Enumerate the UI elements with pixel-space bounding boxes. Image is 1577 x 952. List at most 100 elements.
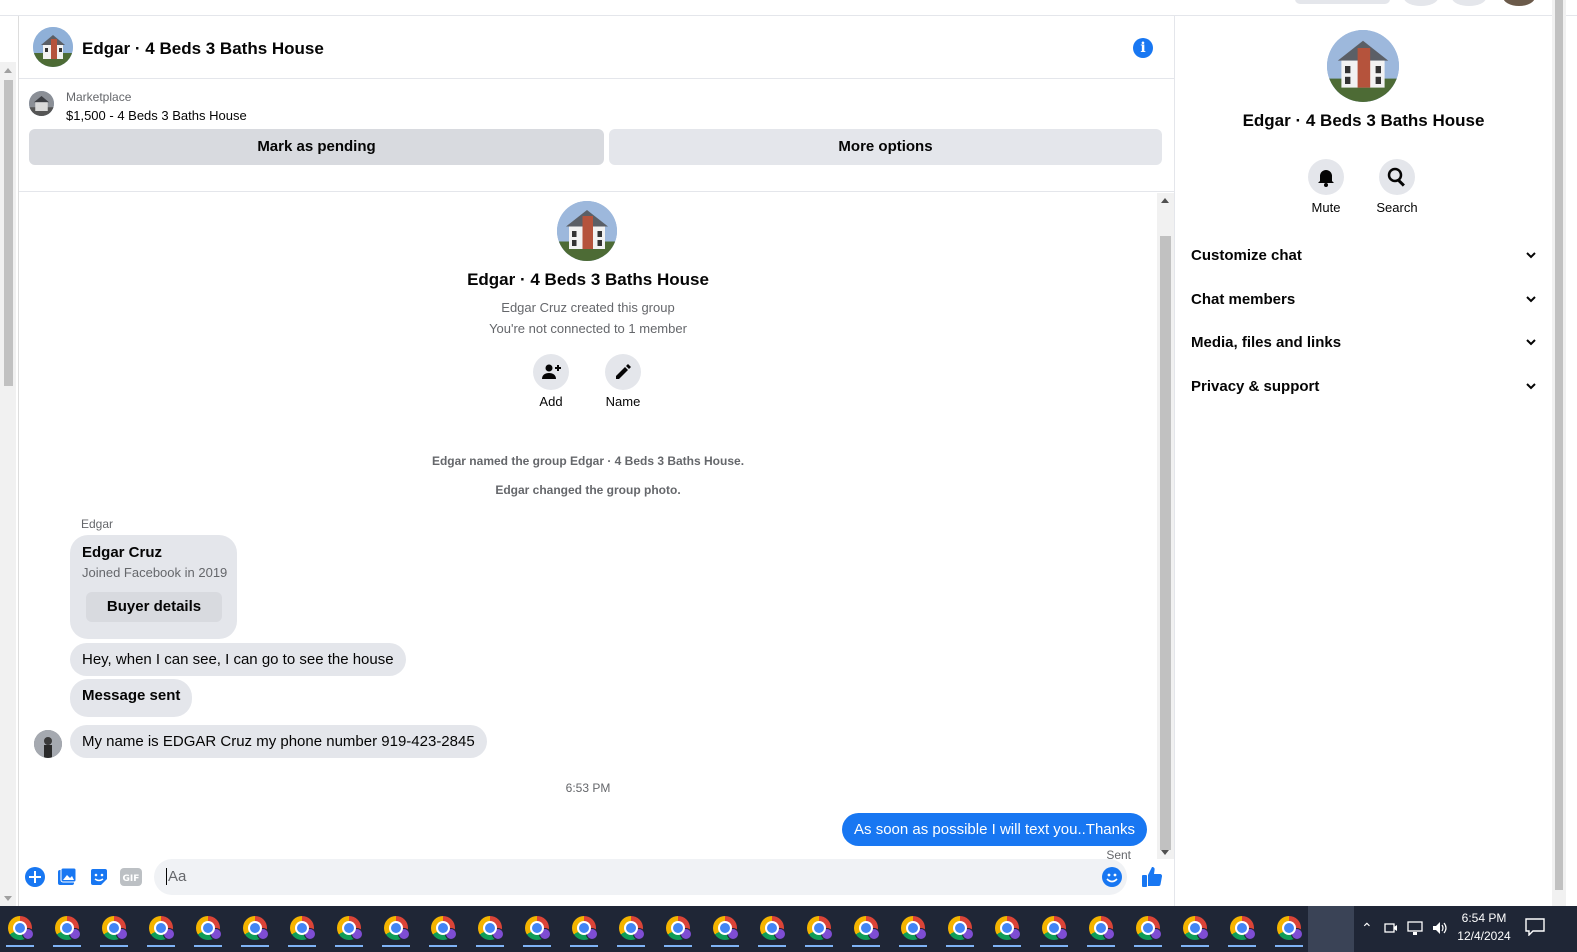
listing-title[interactable]: $1,500 - 4 Beds 3 Baths House	[66, 108, 247, 123]
scroll-up-arrow[interactable]	[1161, 198, 1169, 203]
message-bubble[interactable]: Message sent	[70, 679, 193, 717]
browser-taskbar-icon[interactable]	[946, 916, 974, 947]
name-label: Name	[605, 394, 641, 409]
browser-taskbar-icon[interactable]	[805, 916, 833, 947]
profile-badge-icon	[774, 928, 786, 940]
group-photo-profile[interactable]	[1327, 30, 1399, 102]
account-avatar[interactable]	[1503, 0, 1535, 6]
message-bubble[interactable]: Hey, when I can see, I can go to see the…	[70, 643, 406, 676]
more-options-button[interactable]: More options	[609, 129, 1162, 165]
active-taskbar-slot	[1308, 906, 1354, 952]
browser-taskbar-icon[interactable]	[335, 916, 363, 947]
profile-badge-icon	[868, 928, 880, 940]
message-bubble[interactable]: My name is EDGAR Cruz my phone number 91…	[70, 725, 487, 758]
thread-scroll-thumb[interactable]	[1160, 236, 1171, 850]
composer: GIF Aa	[19, 859, 1174, 906]
outgoing-message-bubble[interactable]: As soon as possible I will text you..Tha…	[842, 813, 1147, 846]
browser-taskbar-icon[interactable]	[617, 916, 645, 947]
running-indicator	[1040, 945, 1068, 947]
scroll-down-arrow[interactable]	[1161, 850, 1169, 855]
network-icon[interactable]	[1407, 920, 1425, 936]
info-icon[interactable]: i	[1133, 38, 1153, 58]
group-photo-large[interactable]	[557, 201, 617, 261]
section-label: Customize chat	[1191, 247, 1302, 264]
top-menu-icon[interactable]	[1404, 0, 1438, 6]
browser-taskbar-icon[interactable]	[758, 916, 786, 947]
browser-taskbar-icon[interactable]	[993, 916, 1021, 947]
search-label: Search	[1376, 200, 1418, 215]
profile-badge-icon	[1009, 928, 1021, 940]
browser-taskbar-icon[interactable]	[711, 916, 739, 947]
name-group-button[interactable]	[605, 354, 641, 390]
browser-taskbar-icon[interactable]	[100, 916, 128, 947]
browser-taskbar-icon[interactable]	[194, 916, 222, 947]
volume-icon[interactable]	[1431, 920, 1449, 936]
intro-created-text: Edgar Cruz created this group	[501, 300, 675, 315]
privacy-support-section[interactable]: Privacy & support	[1191, 378, 1541, 395]
profile-badge-icon	[492, 928, 504, 940]
profile-badge-icon	[633, 928, 645, 940]
mark-pending-button[interactable]: Mark as pending	[29, 129, 604, 165]
chevron-up-icon[interactable]: ⌃	[1361, 920, 1373, 937]
media-files-links-section[interactable]: Media, files and links	[1191, 334, 1541, 351]
scroll-down-arrow[interactable]	[4, 896, 12, 901]
browser-taskbar-icon[interactable]	[899, 916, 927, 947]
browser-taskbar-icon[interactable]	[1040, 916, 1068, 947]
pencil-icon	[616, 364, 631, 379]
sender-avatar[interactable]	[34, 730, 62, 758]
event-message: Edgar changed the group photo.	[495, 483, 681, 497]
notification-icon[interactable]	[1525, 918, 1545, 936]
meet-now-icon[interactable]	[1384, 920, 1398, 936]
thumbs-up-icon[interactable]	[1141, 866, 1163, 888]
group-photo[interactable]	[33, 27, 73, 67]
add-member-button[interactable]	[533, 354, 569, 390]
browser-taskbar-icon[interactable]	[147, 916, 175, 947]
browser-taskbar-icon[interactable]	[429, 916, 457, 947]
profile-name[interactable]: Edgar Cruz	[82, 544, 162, 561]
profile-badge-icon	[680, 928, 692, 940]
browser-taskbar-icon[interactable]	[523, 916, 551, 947]
sticker-icon[interactable]	[89, 867, 109, 887]
mute-button[interactable]	[1308, 159, 1344, 195]
browser-taskbar-icon[interactable]	[1275, 916, 1303, 947]
running-indicator	[476, 945, 504, 947]
browser-taskbar-icon[interactable]	[1228, 916, 1256, 947]
right-scroll-thumb[interactable]	[1555, 0, 1563, 890]
customize-chat-section[interactable]: Customize chat	[1191, 247, 1541, 264]
browser-taskbar-icon[interactable]	[6, 916, 34, 947]
buyer-details-button[interactable]: Buyer details	[86, 592, 222, 622]
browser-taskbar-icon[interactable]	[664, 916, 692, 947]
browser-taskbar-icon[interactable]	[1181, 916, 1209, 947]
emoji-icon[interactable]	[1102, 867, 1122, 887]
event-message: Edgar named the group Edgar · 4 Beds 3 B…	[431, 454, 745, 468]
photo-icon[interactable]	[57, 867, 77, 887]
message-input[interactable]: Aa	[154, 859, 1127, 895]
browser-taskbar-icon[interactable]	[288, 916, 316, 947]
plus-icon[interactable]	[25, 867, 45, 887]
search-button[interactable]	[1379, 159, 1415, 195]
gif-icon[interactable]: GIF	[120, 867, 142, 887]
top-search-pill[interactable]	[1295, 0, 1390, 4]
browser-taskbar-icon[interactable]	[476, 916, 504, 947]
clock-time[interactable]: 6:54 PM	[1456, 911, 1512, 925]
chat-title[interactable]: Edgar · 4 Beds 3 Baths House	[82, 39, 324, 59]
clock-date[interactable]: 12/4/2024	[1456, 929, 1512, 943]
browser-taskbar-icon[interactable]	[1087, 916, 1115, 947]
browser-taskbar-icon[interactable]	[241, 916, 269, 947]
browser-taskbar-icon[interactable]	[382, 916, 410, 947]
add-person-icon	[542, 364, 561, 379]
running-indicator	[664, 945, 692, 947]
browser-taskbar-icon[interactable]	[1134, 916, 1162, 947]
listing-thumbnail[interactable]	[29, 91, 54, 116]
scroll-up-arrow[interactable]	[4, 68, 12, 73]
top-messenger-icon[interactable]	[1452, 0, 1486, 6]
profile-badge-icon	[1197, 928, 1209, 940]
profile-badge-icon	[445, 928, 457, 940]
browser-taskbar-icon[interactable]	[53, 916, 81, 947]
browser-taskbar-icon[interactable]	[852, 916, 880, 947]
chat-members-section[interactable]: Chat members	[1191, 291, 1541, 308]
svg-text:GIF: GIF	[123, 874, 140, 884]
running-indicator	[53, 945, 81, 947]
page-scroll-thumb[interactable]	[4, 80, 13, 386]
browser-taskbar-icon[interactable]	[570, 916, 598, 947]
